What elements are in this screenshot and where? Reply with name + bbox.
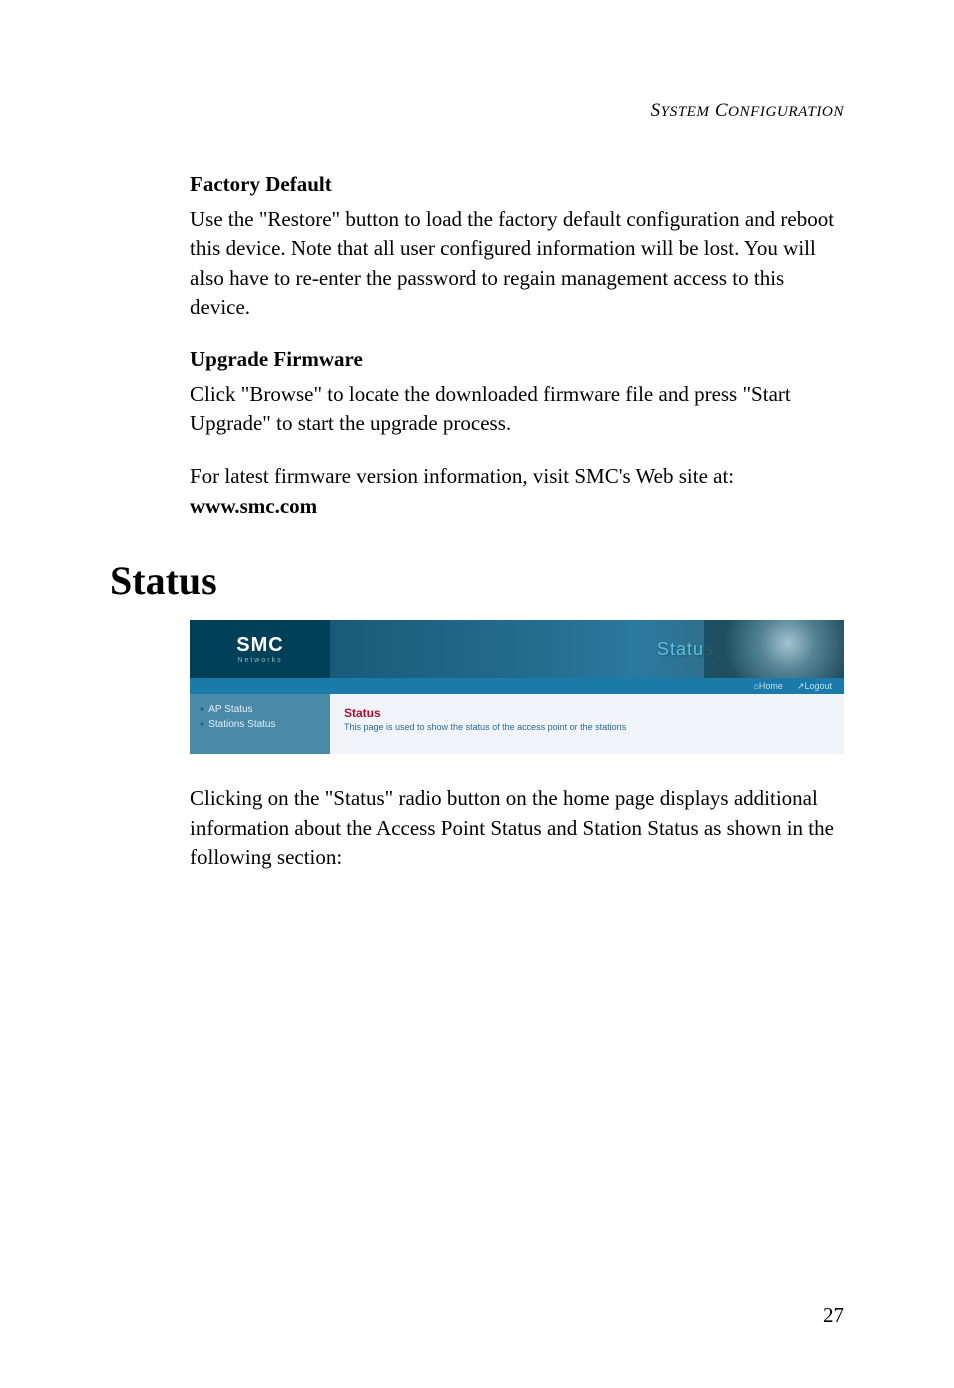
smc-logo-area: SMC Networks xyxy=(190,620,330,678)
screenshot-sidebar: AP Status Stations Status xyxy=(190,694,330,754)
smc-logo-text: SMC xyxy=(236,634,283,657)
smc-website-link: www.smc.com xyxy=(190,494,317,518)
sidebar-item-ap-status[interactable]: AP Status xyxy=(200,702,320,717)
closing-text: Clicking on the "Status" radio button on… xyxy=(190,784,844,872)
banner-status-text: Status xyxy=(657,639,714,660)
screenshot-banner: Status xyxy=(330,620,844,678)
header-text: SYSTEM CONFIGURATION xyxy=(651,100,844,121)
home-link[interactable]: Home xyxy=(753,681,782,691)
upgrade-firmware-body1: Click "Browse" to locate the downloaded … xyxy=(190,380,844,439)
logout-link[interactable]: Logout xyxy=(797,681,832,692)
page-number: 27 xyxy=(823,1303,844,1328)
sidebar-item-stations-status[interactable]: Stations Status xyxy=(200,717,320,732)
screenshot-main-title: Status xyxy=(344,706,830,720)
screenshot-main: Status This page is used to show the sta… xyxy=(330,694,844,754)
screenshot-body: AP Status Stations Status Status This pa… xyxy=(190,694,844,754)
smc-logo-sub: Networks xyxy=(237,657,282,664)
factory-default-heading: Factory Default xyxy=(190,172,844,197)
screenshot-ribbon: Home Logout xyxy=(190,678,844,694)
upgrade-firmware-heading: Upgrade Firmware xyxy=(190,347,844,372)
upgrade-firmware-body2: For latest firmware version information,… xyxy=(190,462,844,521)
screenshot-top: SMC Networks Status xyxy=(190,620,844,678)
status-heading: Status xyxy=(110,557,844,604)
page-header: SYSTEM CONFIGURATION xyxy=(110,100,844,122)
factory-default-body: Use the "Restore" button to load the fac… xyxy=(190,205,844,323)
screenshot-main-desc: This page is used to show the status of … xyxy=(344,722,830,732)
status-screenshot: SMC Networks Status Home Logout AP Statu… xyxy=(190,620,844,754)
